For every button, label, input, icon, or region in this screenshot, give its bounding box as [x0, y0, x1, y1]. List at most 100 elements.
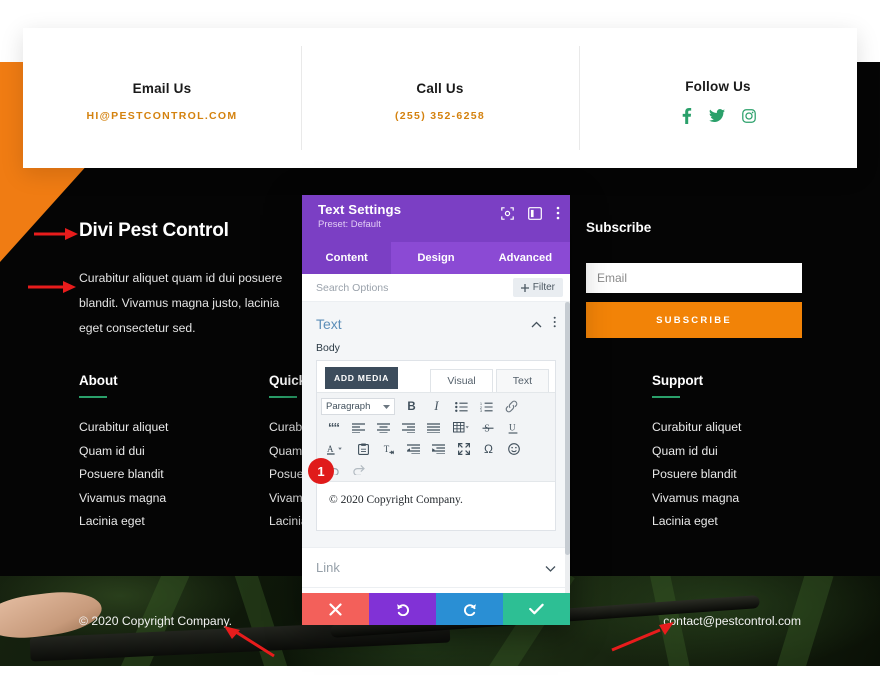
- editor-content-text: © 2020 Copyright Company.: [329, 494, 463, 506]
- svg-text:3: 3: [480, 409, 482, 412]
- redo-icon[interactable]: [346, 460, 371, 480]
- list-item[interactable]: Lacinia eget: [79, 514, 168, 528]
- footer-column-support: Support Curabitur aliquet Quam id dui Po…: [652, 373, 741, 538]
- body-field-label: Body: [316, 342, 340, 354]
- modal-scrollbar-thumb[interactable]: [565, 302, 570, 555]
- list-item[interactable]: Lacinia eget: [652, 514, 741, 528]
- list-item[interactable]: Quam id dui: [79, 444, 168, 458]
- link-section-label: Link: [316, 560, 340, 575]
- layout-columns-icon[interactable]: [528, 206, 542, 225]
- editor-toolbar-row-3: A T Ω: [321, 438, 551, 459]
- background-section-row[interactable]: Background: [302, 587, 570, 593]
- undo-button[interactable]: [369, 593, 436, 625]
- twitter-icon[interactable]: [708, 108, 725, 123]
- arrow-to-copyright: [224, 626, 276, 658]
- list-item[interactable]: Posuere blandit: [79, 467, 168, 481]
- align-right-icon[interactable]: [396, 418, 421, 438]
- link-icon[interactable]: [499, 397, 524, 417]
- redo-button[interactable]: [436, 593, 503, 625]
- outdent-icon[interactable]: [401, 439, 426, 459]
- special-character-icon[interactable]: Ω: [476, 439, 501, 459]
- tab-text[interactable]: Text: [495, 369, 549, 392]
- contact-col-email: Email Us HI@PESTCONTROL.COM: [23, 28, 301, 168]
- link-section-row[interactable]: Link: [302, 547, 570, 587]
- footer-brand-description: Curabitur aliquet quam id dui posuere bl…: [79, 271, 283, 335]
- blockquote-icon[interactable]: ““: [321, 418, 346, 438]
- social-icon-row: [681, 107, 756, 124]
- search-options-input[interactable]: Search Options: [316, 282, 513, 294]
- contact-email-value[interactable]: HI@PESTCONTROL.COM: [87, 110, 238, 122]
- contact-email-title: Email Us: [132, 80, 192, 96]
- underline-icon[interactable]: U: [500, 418, 525, 438]
- list-item[interactable]: Vivamus magna: [652, 491, 741, 505]
- fullscreen-icon[interactable]: [451, 439, 476, 459]
- screenshot-root: Email Us HI@PESTCONTROL.COM Call Us (255…: [0, 0, 880, 700]
- numbered-list-icon[interactable]: 123: [474, 397, 499, 417]
- text-color-icon[interactable]: A: [321, 439, 351, 459]
- align-left-icon[interactable]: [346, 418, 371, 438]
- contact-info-card: Email Us HI@PESTCONTROL.COM Call Us (255…: [23, 28, 857, 168]
- tab-content[interactable]: Content: [302, 242, 392, 274]
- tab-design[interactable]: Design: [391, 242, 480, 274]
- save-button[interactable]: [503, 593, 570, 625]
- bold-icon[interactable]: B: [399, 397, 424, 417]
- footer-support-rule: [652, 396, 680, 398]
- align-justify-icon[interactable]: [421, 418, 446, 438]
- svg-text:U: U: [509, 422, 516, 432]
- paragraph-format-select[interactable]: Paragraph: [321, 398, 395, 415]
- focus-icon[interactable]: [501, 206, 514, 225]
- indent-icon[interactable]: [426, 439, 451, 459]
- text-section-title: Text: [316, 316, 342, 332]
- text-section-header: Text: [302, 302, 570, 342]
- editor-toolbar-row-1: Paragraph B I 123: [321, 396, 551, 417]
- italic-icon[interactable]: I: [424, 397, 449, 417]
- editor-content-area[interactable]: © 2020 Copyright Company.: [317, 482, 555, 530]
- emoji-icon[interactable]: [501, 439, 526, 459]
- contact-col-phone: Call Us (255) 352-6258: [301, 28, 579, 168]
- footer-contact-email-text[interactable]: contact@pestcontrol.com: [663, 614, 801, 628]
- cancel-button[interactable]: [302, 593, 369, 625]
- list-item[interactable]: Vivamus magna: [79, 491, 168, 505]
- chevron-up-icon[interactable]: [531, 315, 542, 333]
- footer-support-title: Support: [652, 373, 704, 388]
- filter-button[interactable]: Filter: [512, 278, 563, 297]
- list-item[interactable]: Curabitur aliquet: [79, 420, 168, 434]
- subscribe-email-input[interactable]: [586, 263, 802, 293]
- footer-subscribe-title: Subscribe: [586, 220, 652, 235]
- table-icon[interactable]: [446, 418, 475, 438]
- strikethrough-icon[interactable]: S: [475, 418, 500, 438]
- footer-subscribe-block: Subscribe SUBSCRIBE: [586, 220, 802, 338]
- svg-text:S: S: [484, 423, 490, 433]
- paragraph-format-value: Paragraph: [326, 401, 371, 412]
- chevron-down-icon[interactable]: [545, 559, 556, 577]
- list-item[interactable]: Quam id dui: [652, 444, 741, 458]
- footer-about-rule: [79, 396, 107, 398]
- kebab-menu-icon[interactable]: [556, 206, 560, 225]
- subscribe-button[interactable]: SUBSCRIBE: [586, 302, 802, 338]
- paste-as-text-icon[interactable]: [351, 439, 376, 459]
- list-item[interactable]: Curabitur aliquet: [652, 420, 741, 434]
- list-item[interactable]: Posuere blandit: [652, 467, 741, 481]
- contact-phone-value[interactable]: (255) 352-6258: [395, 110, 485, 122]
- contact-col-social: Follow Us: [579, 28, 857, 168]
- footer-quick-rule: [269, 396, 297, 398]
- contact-phone-title: Call Us: [416, 80, 464, 96]
- facebook-icon[interactable]: [681, 107, 692, 124]
- modal-header: Text Settings Preset: Default: [302, 195, 570, 242]
- editor-toolbar-row-2: ““ S U: [321, 417, 551, 438]
- add-media-button[interactable]: ADD MEDIA: [325, 367, 398, 389]
- footer-support-links: Curabitur aliquet Quam id dui Posuere bl…: [652, 420, 741, 528]
- modal-header-icons: [501, 206, 560, 225]
- align-center-icon[interactable]: [371, 418, 396, 438]
- instagram-icon[interactable]: [741, 108, 756, 123]
- tab-advanced[interactable]: Advanced: [481, 242, 570, 274]
- section-kebab-menu-icon[interactable]: [553, 315, 556, 333]
- clear-formatting-icon[interactable]: T: [376, 439, 401, 459]
- wysiwyg-editor: ADD MEDIA Visual Text Paragraph B I 1 2 …: [316, 360, 556, 531]
- modal-search-row: Search Options Filter: [302, 274, 570, 302]
- tab-visual[interactable]: Visual: [430, 369, 493, 392]
- editor-toolbar: Paragraph B I 123 ““ S U A T Ω: [317, 392, 555, 482]
- modal-scrollbar-track[interactable]: [565, 302, 570, 593]
- arrow-to-contact-email: [611, 622, 674, 652]
- bulleted-list-icon[interactable]: [449, 397, 474, 417]
